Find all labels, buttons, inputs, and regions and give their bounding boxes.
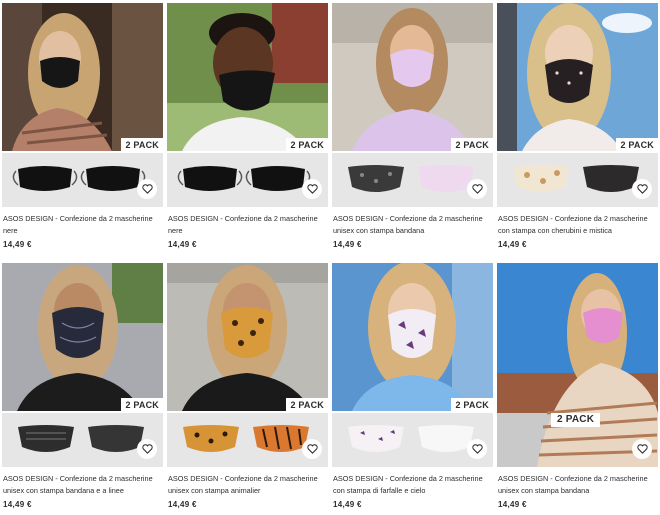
product-thumbnail-strip[interactable] [167,153,328,207]
product-grid: 2 PACK ASOS DESIGN - Confezione da 2 mas… [0,0,660,515]
product-thumbnail-strip[interactable] [332,413,493,467]
pack-badge: 2 PACK [451,398,493,411]
heart-icon [471,444,483,454]
product-photo[interactable]: 2 PACK [497,263,658,467]
product-card[interactable]: 2 PACK ASOS DESIGN - Confezione da 2 mas… [497,263,658,509]
product-price: 14,49 € [168,240,197,249]
wishlist-button[interactable] [137,439,157,459]
pack-badge: 2 PACK [286,398,328,411]
product-title[interactable]: ASOS DESIGN - Confezione da 2 mascherine… [167,473,328,497]
heart-icon [141,444,153,454]
wishlist-button[interactable] [137,179,157,199]
product-photo[interactable]: 2 PACK [2,3,163,151]
product-title[interactable]: ASOS DESIGN - Confezione da 2 mascherine… [497,213,658,237]
product-price: 14,49 € [3,240,32,249]
pack-badge: 2 PACK [616,138,658,151]
product-title[interactable]: ASOS DESIGN - Confezione da 2 mascherine… [497,473,658,497]
product-card[interactable]: 2 PACK ASOS DESIGN - Confezione da 2 mas… [167,263,328,509]
product-title[interactable]: ASOS DESIGN - Confezione da 2 mascherine… [2,473,163,497]
wishlist-button[interactable] [632,439,652,459]
product-thumbnail-strip[interactable] [167,413,328,467]
wishlist-button[interactable] [302,439,322,459]
heart-icon [141,184,153,194]
product-thumbnail-strip[interactable] [2,153,163,207]
product-thumbnail-strip[interactable] [332,153,493,207]
product-card[interactable]: 2 PACK ASOS DESIGN - Confezione da 2 mas… [2,3,163,249]
product-thumbnail-strip[interactable] [2,413,163,467]
product-card[interactable]: 2 PACK ASOS DESIGN - Confezione da 2 mas… [167,3,328,249]
product-price: 14,49 € [498,240,527,249]
wishlist-button[interactable] [632,179,652,199]
heart-icon [636,444,648,454]
product-card[interactable]: 2 PACK ASOS DESIGN - Confezione da 2 mas… [332,3,493,249]
product-photo[interactable]: 2 PACK [2,263,163,411]
product-price: 14,49 € [498,500,527,509]
heart-icon [636,184,648,194]
pack-badge: 2 PACK [121,138,163,151]
heart-icon [306,184,318,194]
pack-badge: 2 PACK [551,413,601,427]
product-price: 14,49 € [3,500,32,509]
heart-icon [306,444,318,454]
product-title[interactable]: ASOS DESIGN - Confezione da 2 mascherine… [167,213,328,237]
product-photo[interactable]: 2 PACK [332,3,493,151]
wishlist-button[interactable] [302,179,322,199]
product-title[interactable]: ASOS DESIGN - Confezione da 2 mascherine… [332,213,493,237]
product-title[interactable]: ASOS DESIGN - Confezione da 2 mascherine… [332,473,493,497]
product-photo[interactable]: 2 PACK [167,3,328,151]
product-price: 14,49 € [333,240,362,249]
pack-badge: 2 PACK [451,138,493,151]
product-card[interactable]: 2 PACK ASOS DESIGN - Confezione da 2 mas… [2,263,163,509]
product-price: 14,49 € [333,500,362,509]
wishlist-button[interactable] [467,179,487,199]
wishlist-button[interactable] [467,439,487,459]
product-thumbnail-strip[interactable] [497,153,658,207]
pack-badge: 2 PACK [121,398,163,411]
product-photo[interactable]: 2 PACK [167,263,328,411]
product-price: 14,49 € [168,500,197,509]
product-card[interactable]: 2 PACK ASOS DESIGN - Confezione da 2 mas… [332,263,493,509]
heart-icon [471,184,483,194]
product-photo[interactable]: 2 PACK [497,3,658,151]
pack-badge: 2 PACK [286,138,328,151]
product-photo[interactable]: 2 PACK [332,263,493,411]
product-title[interactable]: ASOS DESIGN - Confezione da 2 mascherine… [2,213,163,237]
product-card[interactable]: 2 PACK ASOS DESIGN - Confezione da 2 mas… [497,3,658,249]
